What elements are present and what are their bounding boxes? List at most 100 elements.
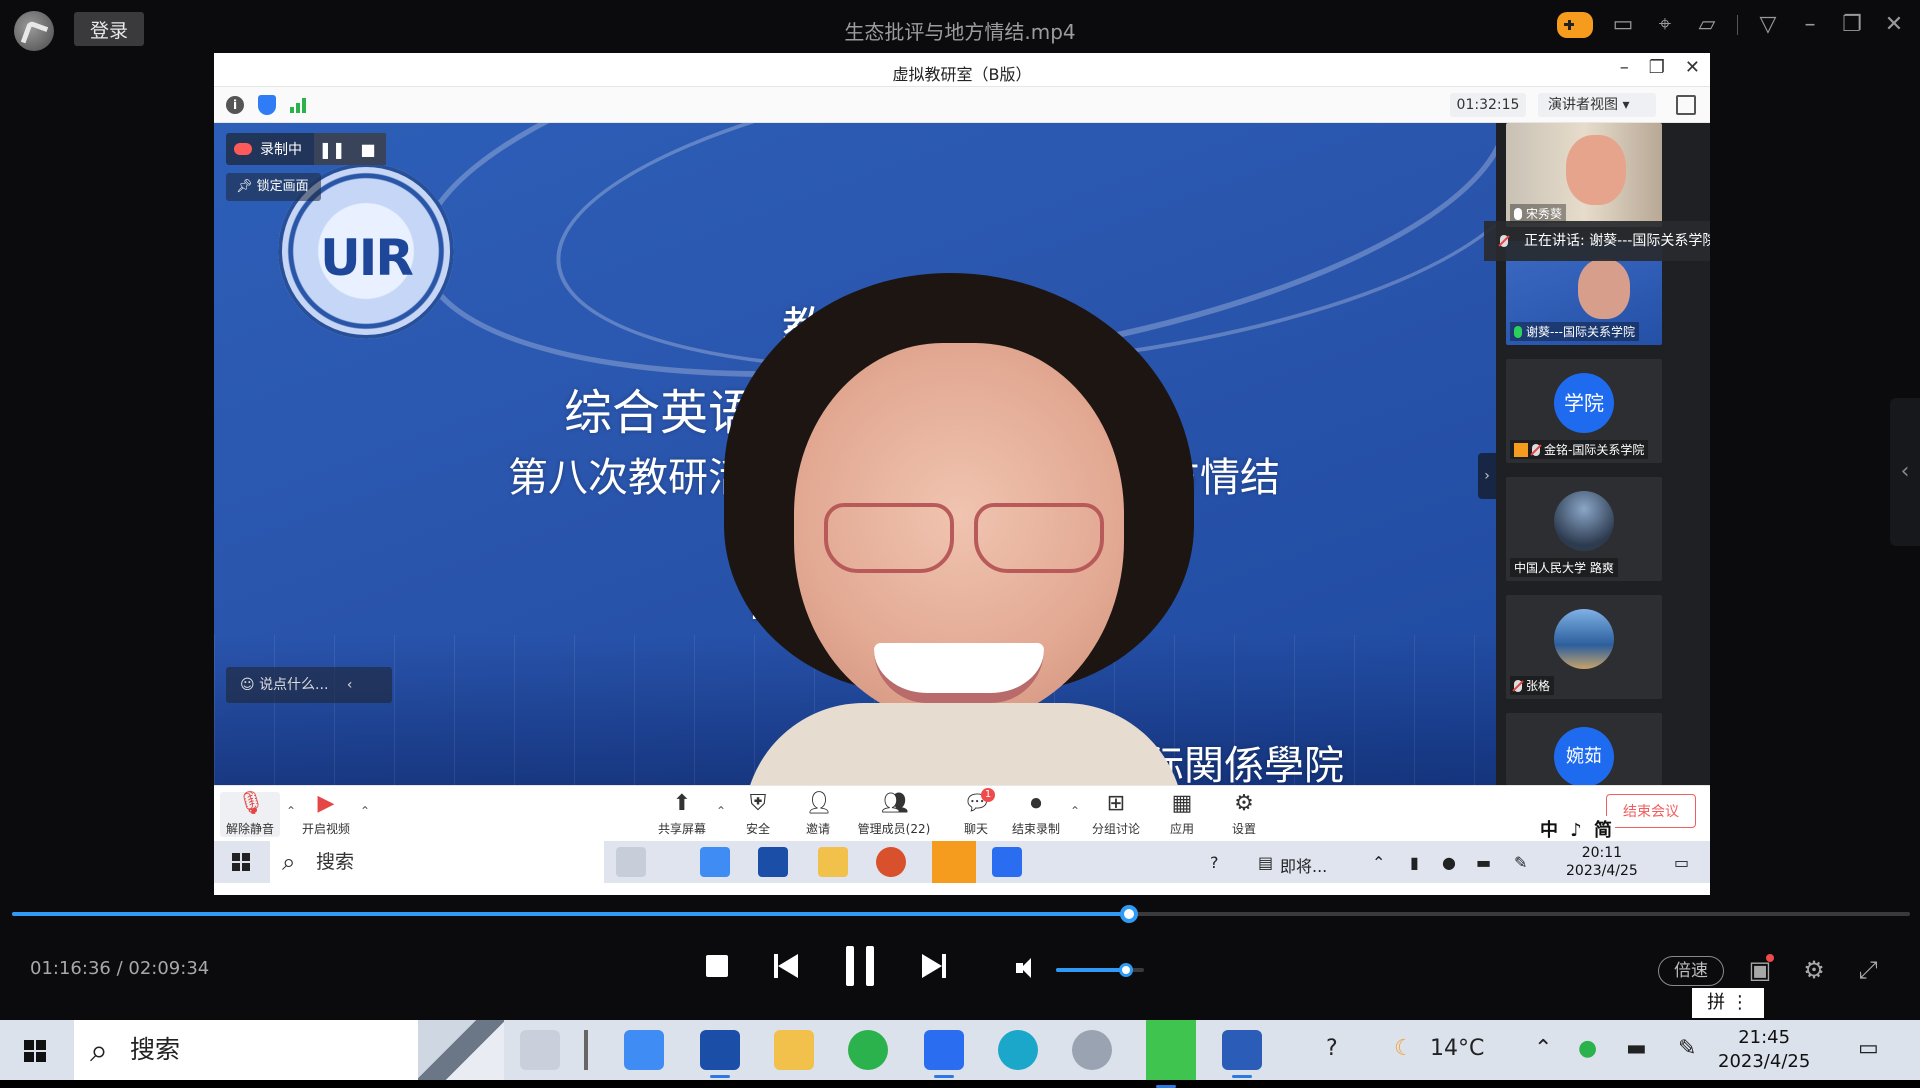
weather-temperature[interactable]: 14°C xyxy=(1430,1036,1484,1061)
shield-icon[interactable] xyxy=(258,95,276,115)
pause-record-icon[interactable]: ❚❚ xyxy=(314,133,350,165)
collapse-icon[interactable]: ‹ xyxy=(347,677,353,693)
participant-tile[interactable]: 宋秀葵 xyxy=(1506,123,1662,227)
lock-screen-button[interactable]: 📌︎ 锁定画面 xyxy=(226,173,321,201)
restore-icon[interactable]: ❐ xyxy=(1649,57,1665,78)
info-icon[interactable]: i xyxy=(226,96,244,114)
task-view-icon[interactable] xyxy=(616,847,646,877)
menu-icon[interactable]: ▽ xyxy=(1756,13,1780,37)
next-icon[interactable] xyxy=(920,954,946,978)
emoji-icon[interactable]: ☺ xyxy=(240,677,255,693)
mini-window-icon[interactable]: ▭ xyxy=(1611,13,1635,37)
start-video-button[interactable]: ▶︎ 开启视频 ⌃ xyxy=(298,792,370,837)
player-logo-icon[interactable] xyxy=(14,11,54,51)
wechat-tray-icon[interactable]: ● xyxy=(1578,1036,1597,1061)
participant-tile[interactable]: 学院 金铭-国际关系学院 xyxy=(1506,359,1662,463)
end-record-button[interactable]: ⏺︎ 结束录制 ⌃ xyxy=(1008,792,1080,837)
windows-start-icon[interactable] xyxy=(232,853,250,871)
wechat-icon[interactable] xyxy=(848,1030,888,1070)
battery-icon[interactable]: ▬ xyxy=(1476,853,1491,872)
media-player-icon[interactable] xyxy=(1072,1030,1112,1070)
breakout-button[interactable]: ⊞ 分组讨论 xyxy=(1088,792,1144,837)
minimize-icon[interactable]: – xyxy=(1620,57,1629,78)
meeting-app-icon[interactable] xyxy=(992,847,1022,877)
participant-tile[interactable]: 婉茹 xyxy=(1506,713,1662,785)
previous-icon[interactable] xyxy=(774,954,800,978)
manage-members-button[interactable]: 👥︎ 管理成员(22) xyxy=(856,792,932,837)
chevron-up-icon[interactable]: ⌃ xyxy=(360,804,370,818)
volume-icon[interactable] xyxy=(1016,956,1040,980)
stop-icon[interactable] xyxy=(706,955,728,977)
wechat-icon[interactable] xyxy=(932,841,976,883)
apps-button[interactable]: ▦ 应用 xyxy=(1162,792,1202,837)
volume-slider[interactable] xyxy=(1056,963,1144,977)
volume-knob[interactable] xyxy=(1119,963,1134,977)
close-icon[interactable]: ✕ xyxy=(1685,57,1700,78)
meeting-app-icon[interactable] xyxy=(924,1030,964,1078)
minimize-icon[interactable]: – xyxy=(1798,13,1822,37)
close-icon[interactable]: ✕ xyxy=(1882,13,1906,37)
stop-record-icon[interactable]: ■ xyxy=(350,133,386,165)
chat-button[interactable]: 💬︎ 1 聊天 xyxy=(956,788,996,837)
invite-button[interactable]: 👤︎ 邀请 xyxy=(798,792,838,837)
file-explorer-icon[interactable] xyxy=(774,1030,814,1070)
gear-icon[interactable]: ⚙ xyxy=(1800,956,1828,984)
end-meeting-button[interactable]: 结束会议 xyxy=(1606,794,1696,828)
edge-browser-icon[interactable] xyxy=(998,1030,1038,1070)
moon-icon[interactable]: ☾ xyxy=(1394,1036,1414,1061)
restore-icon[interactable]: ❐ xyxy=(1840,13,1864,37)
gamepad-icon[interactable] xyxy=(1557,12,1593,38)
feishu-app-icon[interactable] xyxy=(624,1030,664,1070)
feishu-app-icon[interactable] xyxy=(700,847,730,877)
participant-tile[interactable]: 张格 xyxy=(1506,595,1662,699)
security-button[interactable]: ⛨ 安全 xyxy=(738,792,778,837)
word-icon[interactable] xyxy=(1222,1030,1262,1078)
playlist-toggle-icon[interactable]: ‹ xyxy=(1890,398,1920,546)
wechat-tray-icon[interactable]: ● xyxy=(1442,853,1456,872)
login-button[interactable]: 登录 xyxy=(74,12,144,46)
vr-app-icon[interactable] xyxy=(758,847,788,877)
seek-knob[interactable] xyxy=(1119,905,1138,923)
view-mode-dropdown[interactable]: 演讲者视图 ▾ xyxy=(1538,93,1656,117)
toggle-participants-icon[interactable]: › xyxy=(1478,453,1496,499)
pen-icon[interactable]: ✎ xyxy=(1678,1036,1696,1061)
pin-icon[interactable]: ⌖ xyxy=(1653,13,1677,37)
chevron-up-icon[interactable]: ⌃ xyxy=(1534,1036,1552,1061)
participant-tile[interactable]: 中国人民大学 路爽 xyxy=(1506,477,1662,581)
signal-icon[interactable] xyxy=(290,97,306,113)
share-screen-button[interactable]: ⬆︎ 共享屏幕 ⌃ xyxy=(654,792,726,837)
task-view-icon[interactable] xyxy=(520,1030,560,1070)
windows-start-icon[interactable] xyxy=(24,1040,46,1062)
settings-button[interactable]: ⚙︎ 设置 xyxy=(1224,792,1264,837)
speed-button[interactable]: 倍速 xyxy=(1658,956,1724,986)
notification-icon[interactable]: ▭ xyxy=(1674,853,1689,872)
seek-bar[interactable] xyxy=(12,905,1910,923)
file-explorer-icon[interactable] xyxy=(818,847,848,877)
toolbox-icon[interactable]: ▣ xyxy=(1746,954,1774,984)
taskbar-search[interactable]: 搜索 xyxy=(270,841,604,883)
ime-indicator[interactable]: 拼 ⋮ xyxy=(1692,988,1764,1018)
chevron-up-icon[interactable]: ⌃ xyxy=(286,804,296,818)
help-icon[interactable]: ? xyxy=(1326,1036,1338,1061)
pause-icon[interactable] xyxy=(846,946,874,986)
chat-input[interactable]: ☺ 说点什么... ‹ xyxy=(226,667,392,703)
mic-icon[interactable]: ▮ xyxy=(1410,853,1419,872)
folder-icon[interactable]: ▱ xyxy=(1695,13,1719,37)
ime-indicator[interactable]: 中 ♪ 简 xyxy=(1540,816,1616,842)
notification-icon[interactable]: ▭ xyxy=(1858,1036,1879,1061)
taskbar-clock[interactable]: 21:45 2023/4/25 xyxy=(1718,1026,1810,1074)
fullscreen-icon[interactable] xyxy=(1676,95,1696,115)
document-icon[interactable]: ▤ xyxy=(1258,853,1273,872)
inner-clock[interactable]: 20:11 2023/4/25 xyxy=(1566,844,1638,880)
unmute-button[interactable]: 🎙︎ 解除静音 ⌃ xyxy=(220,792,296,837)
pending-app-label[interactable]: 即将... xyxy=(1280,853,1327,877)
battery-icon[interactable]: ▬ xyxy=(1626,1036,1647,1061)
vr-app-icon[interactable] xyxy=(700,1030,740,1078)
fullscreen-icon[interactable]: ⤢ xyxy=(1854,956,1882,984)
pen-icon[interactable]: ✎ xyxy=(1514,853,1527,872)
green-app-icon[interactable] xyxy=(1146,1020,1196,1088)
chevron-up-icon[interactable]: ⌃ xyxy=(1372,853,1385,872)
powerpoint-icon[interactable] xyxy=(876,847,906,877)
chevron-up-icon[interactable]: ⌃ xyxy=(716,804,726,818)
chevron-up-icon[interactable]: ⌃ xyxy=(1070,804,1080,818)
